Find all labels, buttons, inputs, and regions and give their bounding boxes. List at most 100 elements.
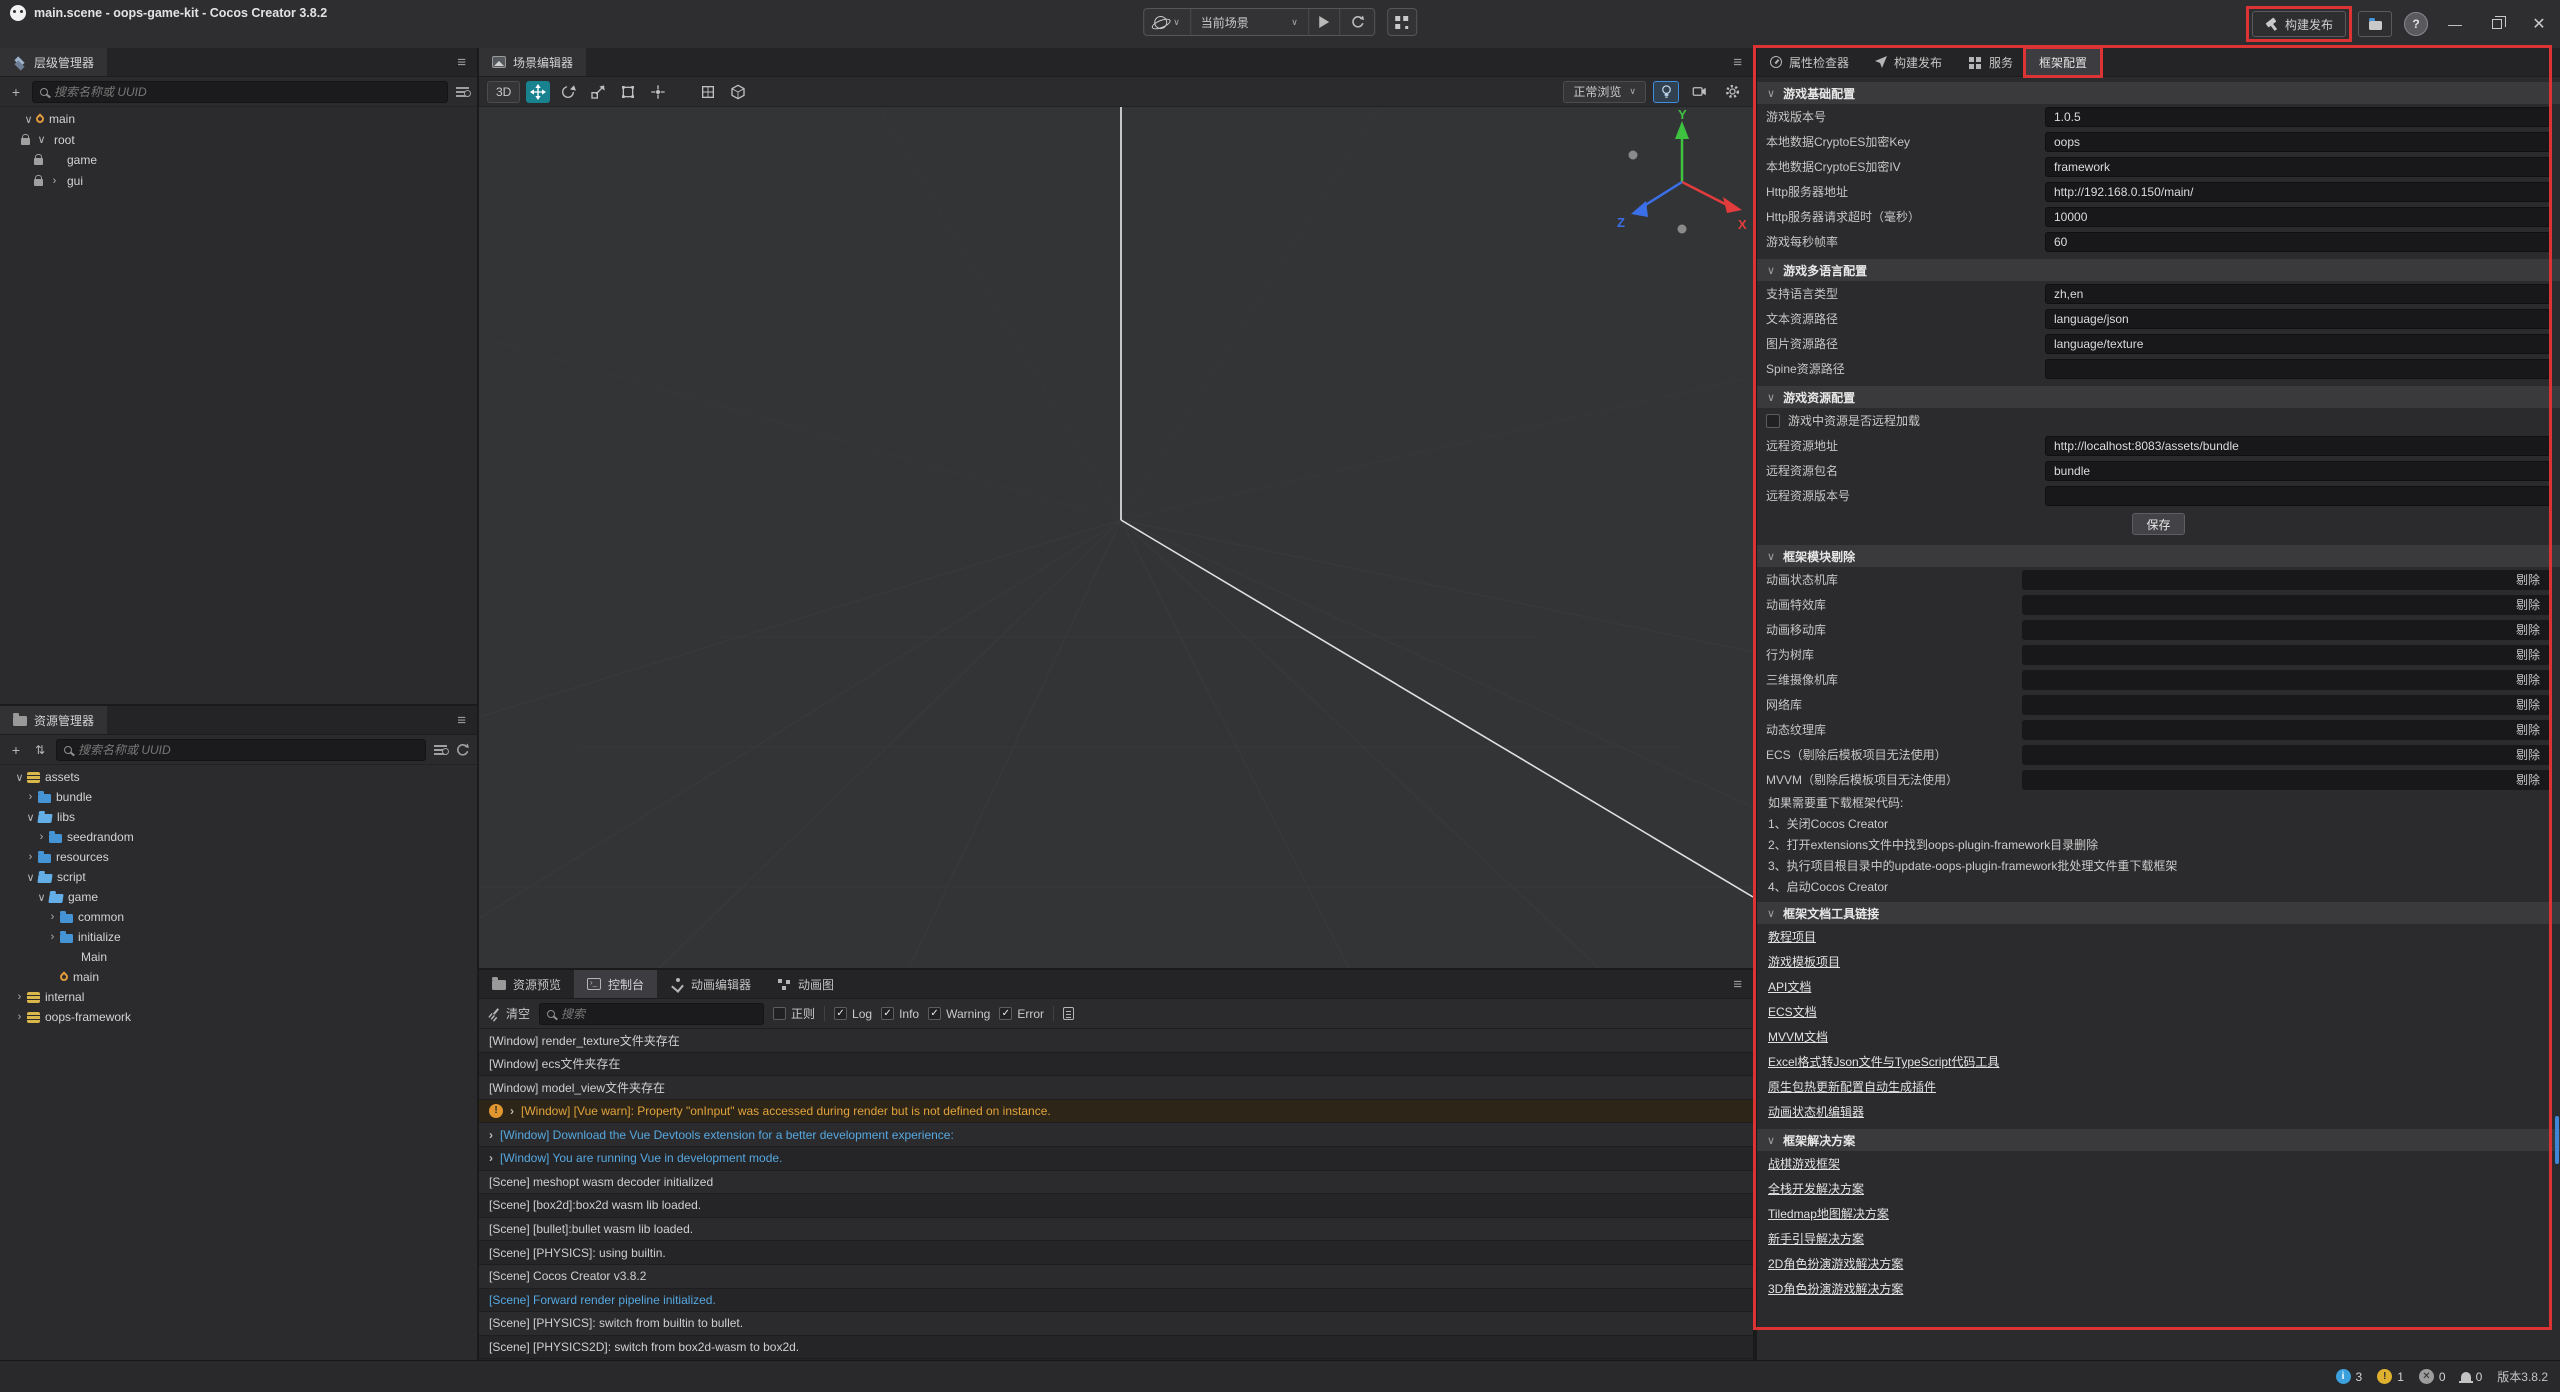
- asset-node[interactable]: main: [0, 967, 477, 987]
- field-input[interactable]: [2045, 132, 2551, 152]
- asset-node[interactable]: Main: [0, 947, 477, 967]
- tab-animation-editor[interactable]: 动画编辑器: [657, 970, 764, 998]
- tab-build-publish[interactable]: 构建发布: [1862, 48, 1955, 76]
- sort-icon[interactable]: ⇅: [32, 744, 48, 756]
- play-button[interactable]: [1308, 9, 1339, 35]
- close-button[interactable]: ✕: [2524, 9, 2554, 39]
- panel-menu-icon[interactable]: ≡: [1722, 48, 1753, 76]
- asset-node[interactable]: › internal: [0, 987, 477, 1007]
- view-mode-select[interactable]: 正常浏览 ∨: [1563, 81, 1646, 103]
- log-entry[interactable]: [Scene] [PHYSICS]: switch from builtin t…: [479, 1312, 1753, 1336]
- rotate-tool-button[interactable]: [556, 81, 580, 103]
- doc-link[interactable]: 游戏模板项目: [1768, 953, 1840, 970]
- expand-arrow-icon[interactable]: ∨: [34, 133, 49, 146]
- log-entry[interactable]: [Scene] meshopt wasm decoder initialized: [479, 1171, 1753, 1195]
- add-node-button[interactable]: +: [8, 85, 24, 99]
- field-input[interactable]: [2045, 486, 2551, 506]
- remove-module-button[interactable]: 剔除: [2505, 596, 2551, 613]
- hierarchy-node[interactable]: ∨ root: [0, 130, 477, 151]
- asset-node[interactable]: › initialize: [0, 927, 477, 947]
- field-input[interactable]: [2045, 207, 2551, 227]
- doc-link[interactable]: Excel格式转Json文件与TypeScript代码工具: [1768, 1053, 1999, 1070]
- anchor-tool-button[interactable]: [646, 81, 670, 103]
- doc-link[interactable]: 动画状态机编辑器: [1768, 1103, 1864, 1120]
- log-entry[interactable]: › [Window] Download the Vue Devtools ext…: [479, 1123, 1753, 1147]
- hierarchy-search[interactable]: [32, 81, 448, 103]
- assets-search[interactable]: [56, 739, 426, 761]
- tab-hierarchy[interactable]: 层级管理器: [0, 48, 107, 76]
- log-filter-checkbox[interactable]: Error: [999, 1007, 1044, 1021]
- remove-module-button[interactable]: 剔除: [2505, 571, 2551, 588]
- scrollbar-thumb[interactable]: [2555, 1116, 2559, 1164]
- expand-arrow-icon[interactable]: ›: [12, 991, 27, 1003]
- field-input[interactable]: [2045, 309, 2551, 329]
- expand-arrow-icon[interactable]: ∨: [21, 113, 36, 126]
- panel-menu-icon[interactable]: ≡: [1722, 970, 1753, 998]
- build-publish-button[interactable]: 构建发布: [2252, 11, 2346, 37]
- remove-module-button[interactable]: 剔除: [2505, 721, 2551, 738]
- hierarchy-search-input[interactable]: [54, 85, 440, 99]
- open-log-file-icon[interactable]: [1063, 1007, 1074, 1020]
- expand-arrow-icon[interactable]: ›: [45, 931, 60, 943]
- menu-item[interactable]: [92, 26, 114, 32]
- expand-arrow-icon[interactable]: ∨: [12, 771, 27, 784]
- tab-services[interactable]: 服务: [1955, 48, 2026, 76]
- log-filter-checkbox[interactable]: Info: [881, 1007, 919, 1021]
- section-solutions[interactable]: 框架解决方案: [1757, 1129, 2560, 1151]
- scale-tool-button[interactable]: [586, 81, 610, 103]
- asset-node[interactable]: › seedrandom: [0, 827, 477, 847]
- remove-module-button[interactable]: 剔除: [2505, 671, 2551, 688]
- remove-module-button[interactable]: 剔除: [2505, 621, 2551, 638]
- expand-arrow-icon[interactable]: ›: [23, 851, 38, 863]
- remove-module-button[interactable]: 剔除: [2505, 746, 2551, 763]
- add-asset-button[interactable]: +: [8, 743, 24, 757]
- hierarchy-node[interactable]: game: [0, 150, 477, 171]
- console-search-input[interactable]: [561, 1007, 756, 1021]
- doc-link[interactable]: MVVM文档: [1768, 1028, 1828, 1045]
- orientation-gizmo[interactable]: Y X Z: [1617, 107, 1747, 234]
- section-module-trim[interactable]: 框架模块剔除: [1757, 545, 2560, 567]
- log-entry[interactable]: [Scene] Forward render pipeline initiali…: [479, 1289, 1753, 1313]
- section-doc-links[interactable]: 框架文档工具链接: [1757, 902, 2560, 924]
- field-input[interactable]: [2045, 232, 2551, 252]
- section-language-config[interactable]: 游戏多语言配置: [1757, 259, 2560, 281]
- menu-item[interactable]: [26, 26, 48, 32]
- lighting-toggle-button[interactable]: [1653, 81, 1679, 103]
- field-input[interactable]: [2045, 157, 2551, 177]
- asset-node[interactable]: › bundle: [0, 787, 477, 807]
- log-filter-checkbox[interactable]: Log: [834, 1007, 872, 1021]
- log-entry[interactable]: [Scene] Cocos Creator v3.8.2: [479, 1265, 1753, 1289]
- expand-arrow-icon[interactable]: ›: [510, 1104, 514, 1118]
- doc-link[interactable]: 原生包热更新配置自动生成插件: [1768, 1078, 1936, 1095]
- tab-scene-editor[interactable]: 场景编辑器: [479, 48, 586, 76]
- asset-node[interactable]: › common: [0, 907, 477, 927]
- field-input[interactable]: [2045, 436, 2551, 456]
- doc-link[interactable]: 教程项目: [1768, 928, 1816, 945]
- tab-animation-graph[interactable]: 动画图: [764, 970, 847, 998]
- menu-item[interactable]: [114, 26, 136, 32]
- field-input[interactable]: [2045, 461, 2551, 481]
- save-button[interactable]: 保存: [2132, 513, 2184, 535]
- checkbox-icon[interactable]: [1766, 414, 1780, 428]
- info-count-badge[interactable]: i 3: [2336, 1369, 2363, 1384]
- remove-module-button[interactable]: 剔除: [2505, 696, 2551, 713]
- expand-arrow-icon[interactable]: ›: [23, 791, 38, 803]
- console-search[interactable]: [539, 1003, 764, 1025]
- expand-arrow-icon[interactable]: ›: [12, 1011, 27, 1023]
- solution-link[interactable]: 2D角色扮演游戏解决方案: [1768, 1255, 1903, 1272]
- field-input[interactable]: [2045, 107, 2551, 127]
- solution-link[interactable]: 战棋游戏框架: [1768, 1155, 1840, 1172]
- refresh-icon[interactable]: [455, 743, 469, 757]
- panel-menu-icon[interactable]: ≡: [446, 48, 477, 76]
- menu-item[interactable]: [158, 26, 180, 32]
- asset-node[interactable]: › resources: [0, 847, 477, 867]
- regex-checkbox[interactable]: 正则: [773, 1005, 815, 1022]
- remove-module-button[interactable]: 剔除: [2505, 646, 2551, 663]
- filter-icon[interactable]: [456, 87, 469, 97]
- assets-search-input[interactable]: [78, 743, 418, 757]
- warning-count-badge[interactable]: ! 1: [2377, 1369, 2404, 1384]
- solution-link[interactable]: 新手引导解决方案: [1768, 1230, 1864, 1247]
- section-basic-config[interactable]: 游戏基础配置: [1757, 82, 2560, 104]
- notification-badge[interactable]: 0: [2461, 1370, 2483, 1384]
- scene-viewport[interactable]: Y X Z: [479, 107, 1753, 968]
